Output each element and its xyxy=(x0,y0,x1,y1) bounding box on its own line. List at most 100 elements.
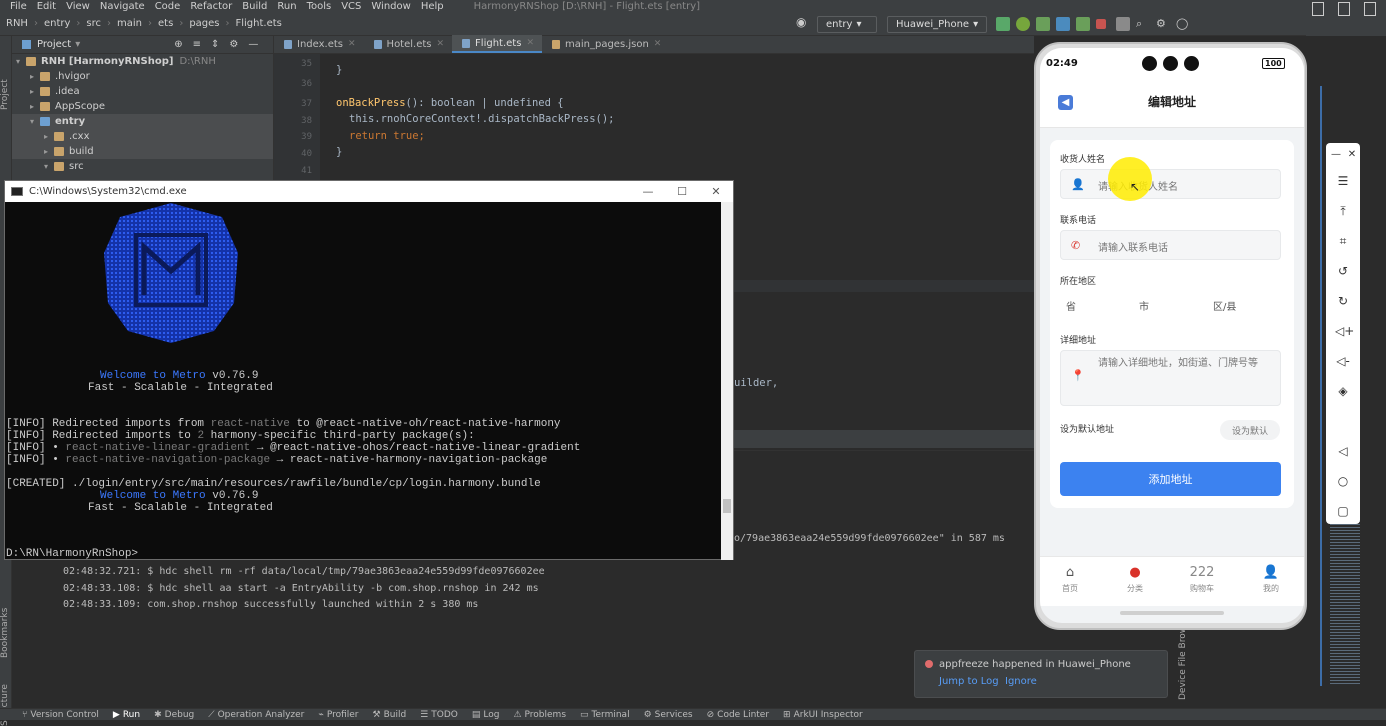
close-icon[interactable]: ✕ xyxy=(699,181,733,202)
breadcrumb-file[interactable]: Flight.ets xyxy=(236,18,282,29)
apply-changes-icon[interactable] xyxy=(1076,17,1090,31)
target-icon[interactable]: ◉ xyxy=(796,15,810,29)
rotate-right-icon[interactable]: ↻ xyxy=(1335,293,1351,309)
terminal-tab[interactable]: ▭ Terminal xyxy=(580,710,630,720)
crop-icon[interactable]: ⌗ xyxy=(1335,233,1351,249)
province-select[interactable]: 省 xyxy=(1066,298,1076,313)
tab-flight[interactable]: Flight.ets ✕ xyxy=(452,35,542,53)
layout-icon[interactable] xyxy=(1364,2,1376,16)
close-icon[interactable]: ✕ xyxy=(437,39,445,49)
name-input[interactable]: 👤 请输入收货人姓名 xyxy=(1060,169,1281,199)
breadcrumb-pages[interactable]: pages xyxy=(189,18,219,29)
chevron-down-icon[interactable]: ▾ xyxy=(75,39,80,50)
debug-tab[interactable]: ✱ Debug xyxy=(154,710,194,720)
code-linter-tab[interactable]: ⊘ Code Linter xyxy=(707,710,769,720)
project-panel-title[interactable]: Project xyxy=(37,39,71,50)
pin-top-icon[interactable]: ⤒ xyxy=(1335,203,1351,219)
maximize-icon[interactable]: ☐ xyxy=(665,181,699,202)
bookmarks-tool-tab[interactable]: Bookmarks xyxy=(0,608,10,658)
device-selector[interactable]: Huawei_Phone ▾ xyxy=(887,16,987,33)
todo-tab[interactable]: ☰ TODO xyxy=(420,710,458,720)
volume-up-icon[interactable]: ◁+ xyxy=(1335,323,1354,339)
detail-input[interactable]: 📍 请输入详细地址，如街道、门牌号等 xyxy=(1060,350,1281,406)
menu-icon[interactable]: ☰ xyxy=(1335,173,1351,189)
layout-icon[interactable] xyxy=(1338,2,1350,16)
menu-help[interactable]: Help xyxy=(421,1,444,12)
arkui-inspector-tab[interactable]: ⊞ ArkUI Inspector xyxy=(783,710,863,720)
add-address-button[interactable]: 添加地址 xyxy=(1060,462,1281,496)
menu-window[interactable]: Window xyxy=(371,1,410,12)
minimize-icon[interactable]: — xyxy=(631,181,665,202)
phone-screen[interactable]: 02:49 100 ◀ 编辑地址 收货人姓名 👤 请输入收货人姓名 联系电话 ✆… xyxy=(1040,48,1304,623)
tab-hotel[interactable]: Hotel.ets ✕ xyxy=(364,35,453,53)
menu-tools[interactable]: Tools xyxy=(307,1,332,12)
tree-item-idea[interactable]: ▸ .idea xyxy=(12,84,273,99)
stop-icon[interactable] xyxy=(1096,19,1106,29)
debug-icon[interactable] xyxy=(1016,17,1030,31)
phone-input[interactable]: ✆ 请输入联系电话 xyxy=(1060,230,1281,260)
tab-cart[interactable]: 222 购物车 xyxy=(1177,565,1227,594)
account-icon[interactable]: ◯ xyxy=(1176,17,1190,31)
module-selector[interactable]: entry ▾ xyxy=(817,16,877,33)
scrollbar-thumb[interactable] xyxy=(723,499,731,513)
breadcrumb-src[interactable]: src xyxy=(86,18,101,29)
back-icon[interactable]: ◁ xyxy=(1335,443,1351,459)
home-icon[interactable]: ○ xyxy=(1335,473,1351,489)
breadcrumb-main[interactable]: main xyxy=(117,18,142,29)
layout-icon[interactable] xyxy=(1312,2,1324,16)
cmd-title-bar[interactable]: C:\Windows\System32\cmd.exe xyxy=(5,181,733,202)
collapse-all-icon[interactable]: ≡ xyxy=(193,39,201,50)
tree-item-src[interactable]: ▾ src xyxy=(12,159,273,174)
close-icon[interactable]: ✕ xyxy=(526,38,534,48)
locate-icon[interactable]: ⊕ xyxy=(174,39,182,50)
profile-icon[interactable] xyxy=(1036,17,1050,31)
recents-icon[interactable]: ▢ xyxy=(1335,503,1351,519)
gear-icon[interactable]: ⚙ xyxy=(229,39,238,50)
menu-run[interactable]: Run xyxy=(277,1,296,12)
run-tab[interactable]: ▶ Run xyxy=(113,710,140,720)
tree-item-appscope[interactable]: ▸ AppScope xyxy=(12,99,273,114)
menu-vcs[interactable]: VCS xyxy=(341,1,361,12)
operation-analyzer-tab[interactable]: ⟋ Operation Analyzer xyxy=(208,710,304,720)
tab-home[interactable]: ⌂ 首页 xyxy=(1045,565,1095,594)
hide-icon[interactable]: — xyxy=(248,39,258,50)
project-tool-tab[interactable]: Project xyxy=(0,79,10,110)
tree-item-root[interactable]: ▾ RNH [HarmonyRNShop] D:\RNH xyxy=(12,54,273,69)
version-control-tab[interactable]: ⑂ Version Control xyxy=(22,710,99,720)
ignore-link[interactable]: Ignore xyxy=(1005,676,1037,687)
set-default-button[interactable]: 设为默认 xyxy=(1220,420,1280,440)
menu-build[interactable]: Build xyxy=(242,1,267,12)
build-tab[interactable]: ⚒ Build xyxy=(373,710,407,720)
search-icon[interactable]: ⌕ xyxy=(1136,17,1150,31)
menu-file[interactable]: File xyxy=(10,1,27,12)
breadcrumb-ets[interactable]: ets xyxy=(158,18,173,29)
jump-to-log-link[interactable]: Jump to Log xyxy=(939,676,999,687)
minimize-icon[interactable]: — xyxy=(1328,147,1344,163)
gear-icon[interactable]: ⚙ xyxy=(1156,17,1170,31)
cmd-scrollbar[interactable] xyxy=(721,202,733,560)
rotate-left-icon[interactable]: ↺ xyxy=(1335,263,1351,279)
log-tab[interactable]: ▤ Log xyxy=(472,710,500,720)
city-select[interactable]: 市 xyxy=(1139,298,1149,313)
services-tab[interactable]: ⚙ Services xyxy=(644,710,693,720)
close-icon[interactable]: ✕ xyxy=(654,39,662,49)
volume-down-icon[interactable]: ◁- xyxy=(1335,353,1351,369)
tab-main-pages[interactable]: main_pages.json ✕ xyxy=(542,35,669,53)
fold-icon[interactable]: ◈ xyxy=(1335,383,1351,399)
run-icon[interactable] xyxy=(996,17,1010,31)
breadcrumb-entry[interactable]: entry xyxy=(44,18,70,29)
attach-icon[interactable] xyxy=(1056,17,1070,31)
close-icon[interactable]: ✕ xyxy=(348,39,356,49)
tree-item-cxx[interactable]: ▸ .cxx xyxy=(12,129,273,144)
menu-view[interactable]: View xyxy=(66,1,90,12)
menu-navigate[interactable]: Navigate xyxy=(100,1,145,12)
device-manager-icon[interactable] xyxy=(1116,17,1130,31)
tree-item-build[interactable]: ▸ build xyxy=(12,144,273,159)
menu-refactor[interactable]: Refactor xyxy=(190,1,232,12)
profiler-tab[interactable]: ⌁ Profiler xyxy=(318,710,358,720)
menu-edit[interactable]: Edit xyxy=(37,1,56,12)
close-icon[interactable]: ✕ xyxy=(1344,147,1360,163)
problems-tab[interactable]: ⚠ Problems xyxy=(513,710,566,720)
breadcrumb-rnh[interactable]: RNH xyxy=(6,18,28,29)
district-select[interactable]: 区/县 xyxy=(1213,298,1236,313)
